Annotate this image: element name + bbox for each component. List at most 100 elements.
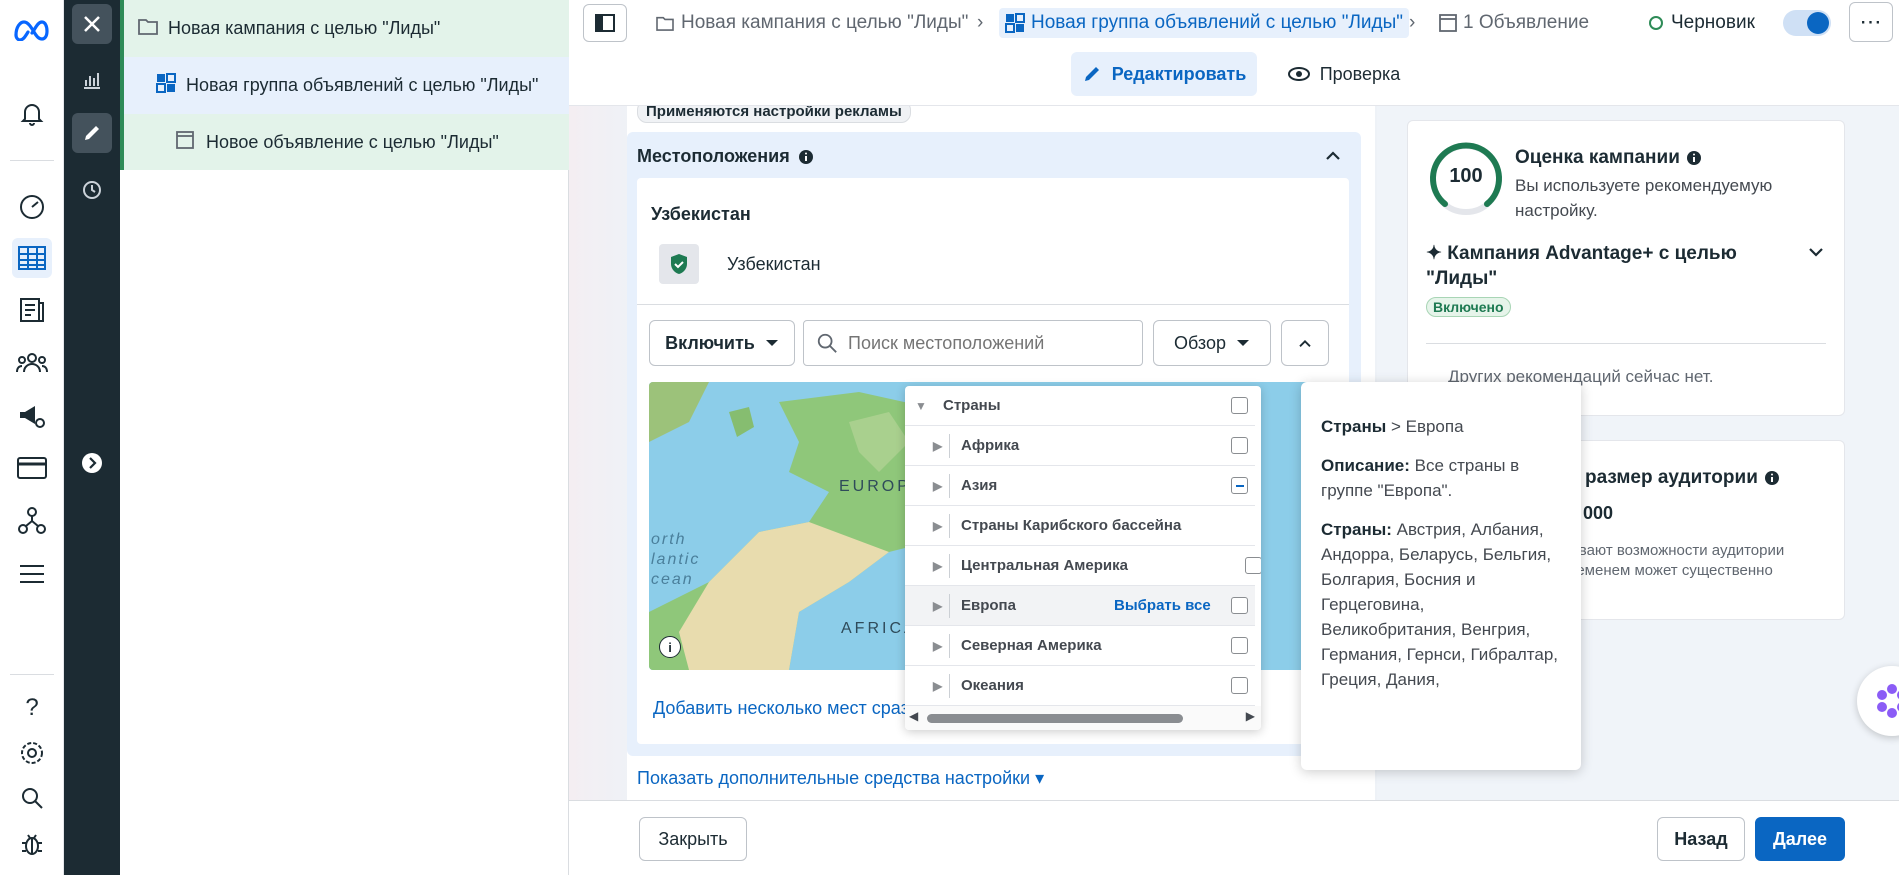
breadcrumb-ad-label: 1 Объявление bbox=[1463, 12, 1590, 33]
table-icon[interactable] bbox=[12, 238, 52, 278]
dropdown-item-label: Африка bbox=[961, 437, 1020, 454]
dropdown-row-europe[interactable]: ▶ Европа Выбрать все bbox=[905, 586, 1255, 626]
more-options-button[interactable]: ⋯ bbox=[1849, 2, 1893, 42]
tooltip-countries-label: Страны: bbox=[1321, 520, 1392, 539]
include-dropdown[interactable]: Включить bbox=[649, 320, 795, 366]
tree-item-campaign[interactable]: Новая кампания с целью "Лиды" bbox=[120, 0, 569, 57]
map-label-atlantic: orth lantic cean bbox=[651, 531, 701, 588]
breadcrumb-ad[interactable]: 1 Объявление bbox=[1439, 8, 1589, 38]
tree-item-adset[interactable]: Новая группа объявлений с целью "Лиды" bbox=[120, 57, 569, 114]
score-subtitle: Вы используете рекомендуемую настройку. bbox=[1515, 176, 1773, 220]
collapse-browse-button[interactable] bbox=[1281, 320, 1329, 366]
dropdown-item-label: Страны Карибского бассейна bbox=[961, 517, 1182, 534]
footer-bar: Закрыть Назад Далее bbox=[569, 800, 1899, 875]
close-button[interactable]: Закрыть bbox=[639, 817, 747, 861]
megaphone-settings-icon[interactable] bbox=[12, 396, 52, 436]
status-badge: Черновик bbox=[1649, 8, 1755, 38]
assistant-icon[interactable] bbox=[1857, 666, 1899, 736]
europe-tooltip: Страны > Европа Описание: Все страны в г… bbox=[1301, 382, 1581, 770]
score-title-label: Оценка кампании bbox=[1515, 147, 1680, 168]
breadcrumb-campaign-label: Новая кампания с целью "Лиды" bbox=[681, 12, 969, 33]
location-search[interactable] bbox=[803, 320, 1143, 366]
checkbox[interactable] bbox=[1231, 597, 1248, 614]
dropdown-row-asia[interactable]: ▶ Азия bbox=[905, 466, 1255, 506]
tree-adset-label: Новая группа объявлений с целью "Лиды" bbox=[186, 75, 539, 95]
location-search-input[interactable] bbox=[848, 332, 1128, 354]
bell-icon[interactable] bbox=[12, 94, 52, 134]
browse-button[interactable]: Обзор bbox=[1153, 320, 1271, 366]
edit-tab[interactable]: Редактировать bbox=[1071, 52, 1257, 96]
checkbox[interactable] bbox=[1231, 677, 1248, 694]
breadcrumb-adset[interactable]: Новая группа объявлений с целью "Лиды" bbox=[999, 8, 1410, 38]
select-all-link[interactable]: Выбрать все bbox=[1114, 597, 1211, 614]
caret-down-icon bbox=[1237, 340, 1249, 346]
more-tools-link[interactable]: Показать дополнительные средства настрой… bbox=[637, 768, 1044, 789]
dropdown-item-label: Северная Америка bbox=[961, 637, 1102, 654]
checkbox[interactable] bbox=[1245, 557, 1261, 574]
map-info-icon[interactable]: i bbox=[659, 636, 681, 658]
score-value: 100 bbox=[1449, 165, 1483, 187]
horizontal-scrollbar[interactable]: ◀ ▶ bbox=[905, 706, 1261, 730]
applied-settings-tag: Применяются настройки рекламы bbox=[637, 106, 911, 123]
info-icon bbox=[1686, 151, 1701, 165]
dropdown-row-oceania[interactable]: ▶ Океания bbox=[905, 666, 1255, 706]
chart-icon[interactable] bbox=[72, 60, 112, 100]
dashboard-icon[interactable] bbox=[12, 186, 52, 226]
content-area: Применяются настройки рекламы Местополож… bbox=[569, 106, 1899, 800]
bug-icon[interactable] bbox=[12, 824, 52, 864]
hierarchy-icon[interactable] bbox=[12, 500, 52, 540]
checkbox[interactable] bbox=[1231, 437, 1248, 454]
tooltip-desc-label: Описание: bbox=[1321, 456, 1410, 475]
breadcrumb-campaign[interactable]: Новая кампания с целью "Лиды" bbox=[655, 8, 968, 38]
collapse-chevron-icon[interactable] bbox=[1325, 146, 1341, 166]
tree-campaign-label: Новая кампания с целью "Лиды" bbox=[168, 18, 441, 38]
folder-icon bbox=[138, 17, 158, 40]
status-dot-icon bbox=[1649, 16, 1663, 30]
checkbox-indeterminate[interactable] bbox=[1231, 477, 1248, 494]
audience-note: ывают возможности аудитории ременем може… bbox=[1568, 542, 1785, 579]
gear-icon[interactable] bbox=[12, 733, 52, 773]
dropdown-row-countries[interactable]: ▼ Страны bbox=[905, 386, 1255, 426]
caret-down-icon bbox=[765, 340, 778, 346]
expand-chevron-icon[interactable] bbox=[72, 443, 112, 483]
meta-logo-icon[interactable] bbox=[10, 10, 54, 50]
people-icon[interactable] bbox=[12, 342, 52, 382]
tree-item-ad[interactable]: Новое объявление с целью "Лиды" bbox=[120, 114, 569, 170]
draft-toggle[interactable] bbox=[1783, 10, 1831, 36]
add-many-link[interactable]: Добавить несколько мест сразу bbox=[653, 698, 918, 719]
clock-icon[interactable] bbox=[72, 170, 112, 210]
chevron-down-icon[interactable] bbox=[1808, 243, 1824, 263]
browse-dropdown: ▼ Страны ▶ Африка ▶ Азия ▶ Страны Карибског… bbox=[905, 386, 1261, 730]
app-rail: ? bbox=[0, 0, 64, 875]
next-button[interactable]: Далее bbox=[1755, 817, 1845, 861]
include-label: Включить bbox=[665, 332, 755, 353]
locations-title: Местоположения bbox=[637, 146, 790, 166]
adset-form: Применяются настройки рекламы Местополож… bbox=[627, 106, 1375, 800]
back-button[interactable]: Назад bbox=[1657, 817, 1745, 861]
checkbox[interactable] bbox=[1231, 397, 1248, 414]
audience-title-label: й размер аудитории bbox=[1568, 467, 1758, 488]
card-icon[interactable] bbox=[12, 448, 52, 488]
selected-location-item[interactable]: Узбекистан bbox=[727, 254, 821, 275]
dropdown-row-north-america[interactable]: ▶ Северная Америка bbox=[905, 626, 1255, 666]
checkbox[interactable] bbox=[1231, 637, 1248, 654]
main-area: Новая кампания с целью "Лиды" › Новая гр… bbox=[569, 0, 1899, 875]
review-tab[interactable]: Проверка bbox=[1279, 52, 1409, 96]
menu-icon[interactable] bbox=[12, 554, 52, 594]
pencil-icon[interactable] bbox=[72, 113, 112, 153]
tooltip-path-rest: > Европа bbox=[1386, 417, 1464, 436]
toggle-panel-button[interactable] bbox=[583, 4, 627, 42]
search-icon bbox=[817, 333, 837, 353]
dropdown-row-central-america[interactable]: ▶ Центральная Америка bbox=[905, 546, 1261, 586]
chevron-right-icon: › bbox=[1409, 12, 1416, 33]
advantage-title: ✦ Кампания Advantage+ с целью "Лиды" bbox=[1426, 243, 1737, 289]
edit-tab-label: Редактировать bbox=[1111, 63, 1247, 84]
help-icon[interactable]: ? bbox=[12, 688, 52, 728]
search-icon[interactable] bbox=[12, 778, 52, 818]
info-icon bbox=[1764, 471, 1779, 485]
close-icon[interactable] bbox=[72, 4, 112, 44]
dropdown-row-caribbean[interactable]: ▶ Страны Карибского бассейна bbox=[905, 506, 1255, 546]
pages-icon[interactable] bbox=[12, 290, 52, 330]
tooltip-path-bold: Страны bbox=[1321, 417, 1387, 436]
dropdown-row-africa[interactable]: ▶ Африка bbox=[905, 426, 1255, 466]
